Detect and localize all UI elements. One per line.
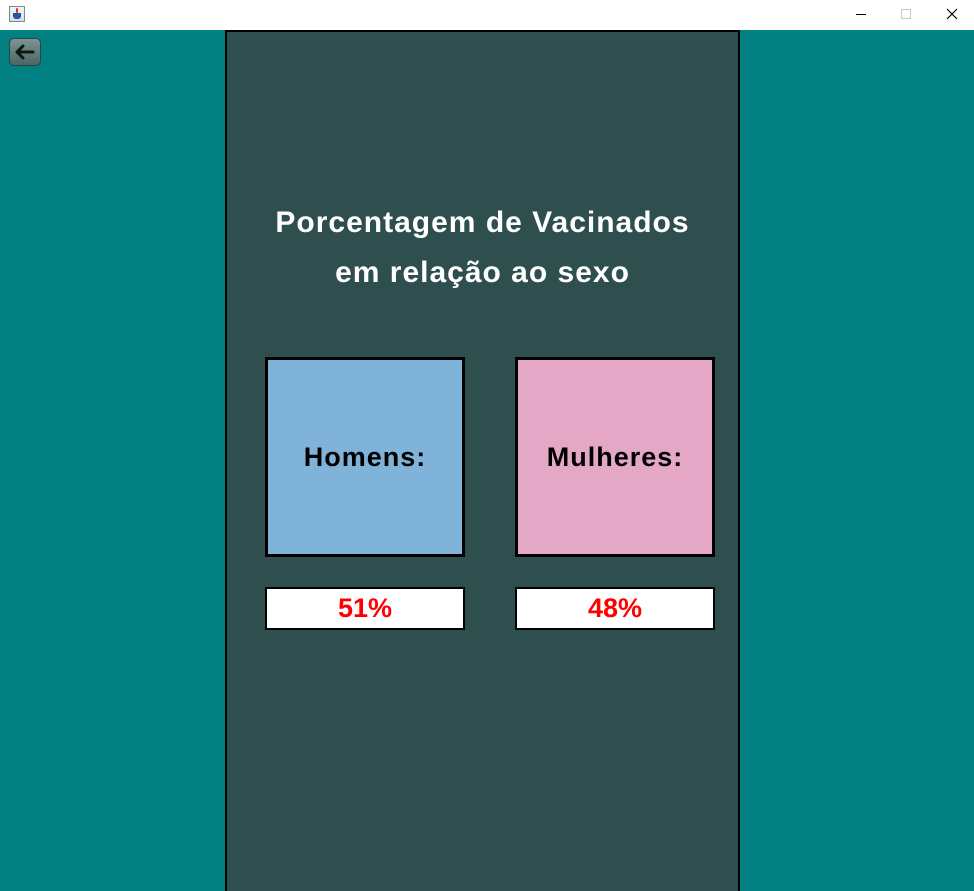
main-panel: Porcentagem de Vacinados em relação ao s… (225, 30, 740, 891)
page-title-line-1: Porcentagem de Vacinados (275, 206, 690, 239)
maximize-icon (901, 9, 911, 19)
java-app-icon (9, 6, 25, 22)
app-window: Porcentagem de Vacinados em relação ao s… (0, 0, 974, 891)
women-percentage: 48% (587, 593, 643, 623)
minimize-button[interactable] (837, 0, 883, 30)
women-label: Mulheres: (546, 441, 684, 472)
men-percentage-field: 51% (265, 587, 465, 630)
arrow-left-icon (15, 44, 35, 60)
page-title-line-2: em relação ao sexo (335, 256, 630, 289)
women-percentage-field: 48% (515, 587, 715, 630)
close-button[interactable] (929, 0, 974, 30)
women-card: Mulheres: (515, 357, 715, 557)
minimize-icon (856, 14, 866, 15)
men-percentage: 51% (337, 593, 393, 623)
title-bar[interactable] (0, 0, 974, 30)
close-icon (946, 8, 958, 20)
page-title: Porcentagem de Vacinados em relação ao s… (227, 198, 738, 298)
men-card: Homens: (265, 357, 465, 557)
back-button[interactable] (9, 38, 41, 66)
men-label: Homens: (303, 441, 427, 472)
maximize-button[interactable] (883, 0, 929, 30)
